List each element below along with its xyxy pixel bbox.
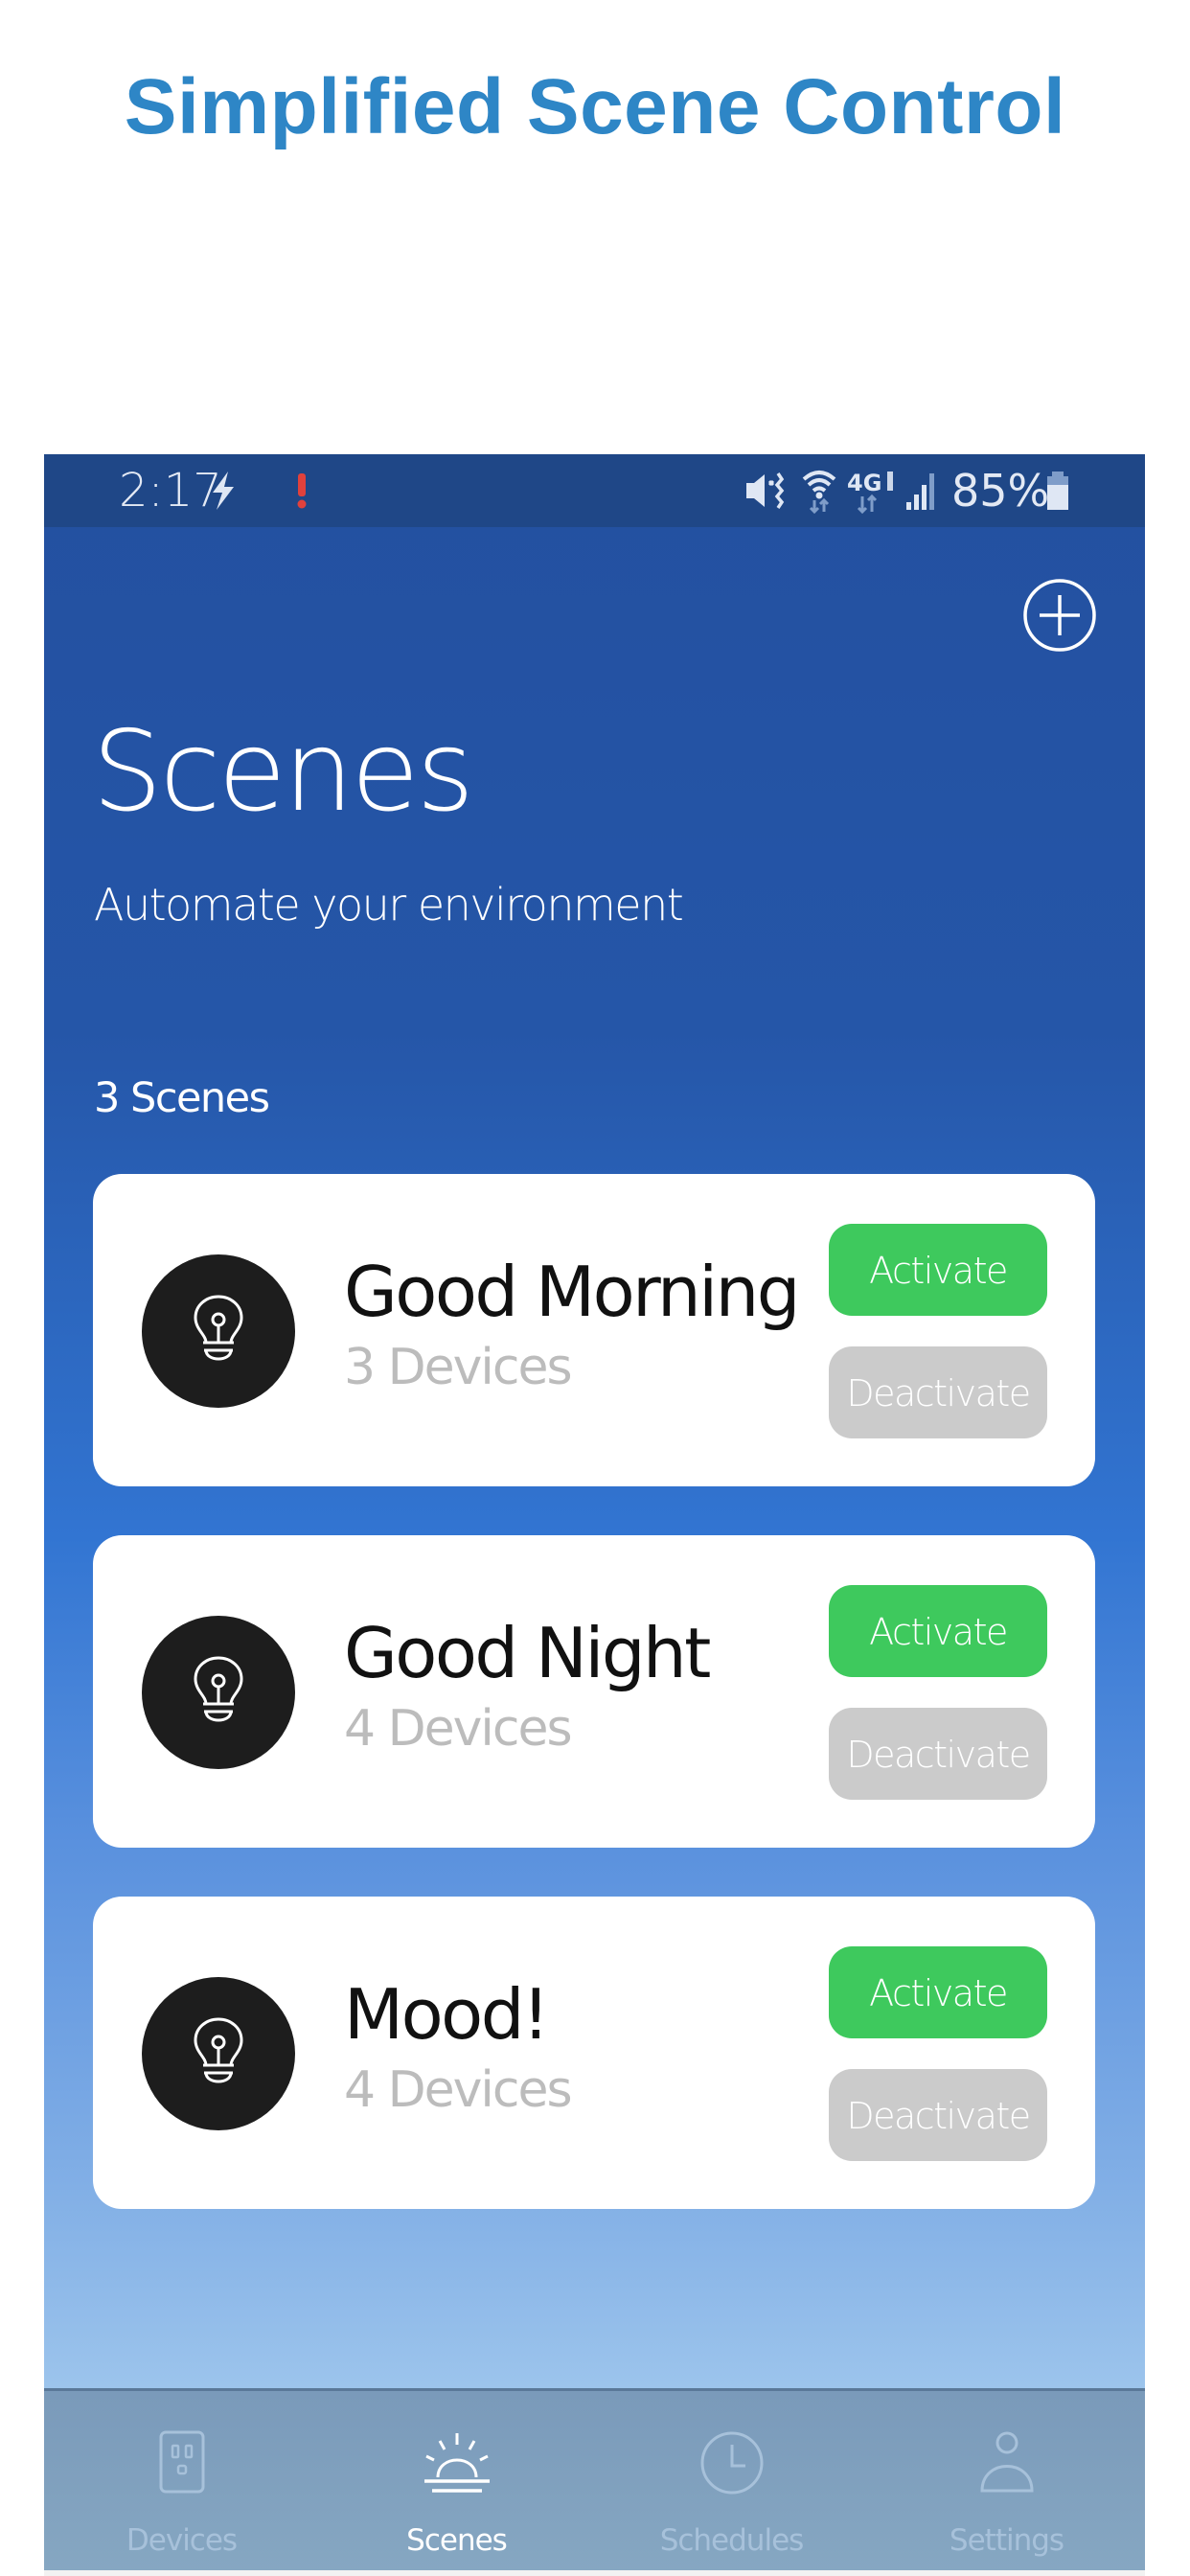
status-time: 2:17 [119, 464, 222, 518]
deactivate-button[interactable]: Deactivate [829, 2069, 1047, 2161]
4g-lte-icon: 4G [847, 470, 893, 514]
bottom-edge [44, 2570, 1145, 2576]
nav-tab-devices[interactable]: Devices [44, 2391, 319, 2573]
nav-tab-scenes[interactable]: Scenes [319, 2391, 594, 2573]
nav-label: Settings [949, 2523, 1064, 2558]
phone-screen: 2:17 4G 85% Scenes Automate your environ… [44, 454, 1145, 2576]
scene-icon-badge [142, 1977, 295, 2130]
plus-circle-icon [1023, 579, 1096, 652]
page-title: Scenes [92, 707, 474, 837]
add-scene-button[interactable] [1021, 577, 1098, 654]
promo-headline: Simplified Scene Control [124, 63, 1066, 150]
battery-icon [1047, 472, 1068, 510]
battery-percent: 85% [951, 465, 1050, 517]
nav-label: Schedules [659, 2523, 805, 2558]
deactivate-button[interactable]: Deactivate [829, 1708, 1047, 1800]
lightbulb-icon [194, 1295, 243, 1361]
clock-icon [700, 2431, 763, 2495]
outlet-icon [159, 2430, 204, 2494]
scene-card[interactable]: Good Night 4 Devices Activate Deactivate [93, 1535, 1095, 1848]
signal-icon [906, 473, 934, 510]
flash-icon [213, 472, 234, 510]
scene-card[interactable]: Mood! 4 Devices Activate Deactivate [93, 1897, 1095, 2209]
sunrise-icon [423, 2433, 490, 2493]
scene-name: Good Morning [344, 1252, 800, 1332]
lightbulb-icon [194, 2017, 243, 2083]
svg-text:4G: 4G [847, 470, 881, 496]
scene-icon-badge [142, 1616, 295, 1769]
deactivate-button[interactable]: Deactivate [829, 1346, 1047, 1438]
nav-tab-settings[interactable]: Settings [869, 2391, 1144, 2573]
person-icon [979, 2431, 1034, 2493]
activate-button[interactable]: Activate [829, 1224, 1047, 1316]
bottom-nav: Devices Scenes Schedules Settings [44, 2388, 1145, 2573]
nav-label: Devices [126, 2523, 238, 2558]
scene-name: Good Night [344, 1613, 711, 1693]
scene-device-count: 4 Devices [344, 2061, 573, 2119]
scene-count: 3 Scenes [94, 1074, 270, 1122]
alert-icon [297, 473, 307, 509]
wifi-icon [802, 471, 836, 514]
scene-card[interactable]: Good Morning 3 Devices Activate Deactiva… [93, 1174, 1095, 1486]
vibrate-mute-icon [746, 472, 785, 509]
scene-icon-badge [142, 1254, 295, 1408]
scene-device-count: 4 Devices [344, 1700, 573, 1758]
nav-label: Scenes [406, 2523, 508, 2558]
page-subtitle: Automate your environment [94, 879, 684, 931]
lightbulb-icon [194, 1656, 243, 1722]
activate-button[interactable]: Activate [829, 1585, 1047, 1677]
activate-button[interactable]: Activate [829, 1946, 1047, 2038]
scene-device-count: 3 Devices [344, 1339, 573, 1396]
scene-name: Mood! [344, 1974, 550, 2055]
status-bar: 2:17 4G 85% [44, 454, 1145, 527]
nav-tab-schedules[interactable]: Schedules [594, 2391, 869, 2573]
